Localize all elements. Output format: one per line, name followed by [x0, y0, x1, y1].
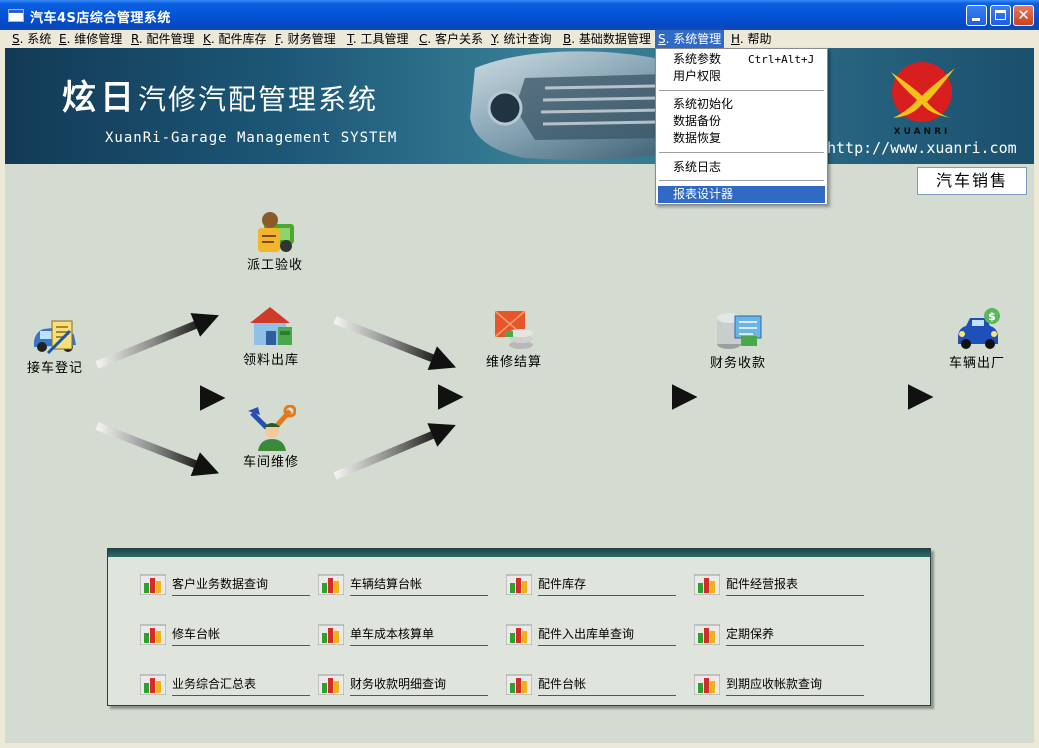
car-register-icon [34, 320, 76, 355]
svg-text:XUANRI: XUANRI [894, 127, 951, 136]
system-admin-dropdown: 系统参数 Ctrl+Alt+J 用户权限 系统初始化 数据备份 数据恢复 系统日志… [655, 48, 828, 205]
report-label: 车辆结算台帐 [350, 575, 488, 596]
bar-chart-icon [318, 624, 344, 645]
menu-tools[interactable]: T. 工具管理 [344, 30, 412, 48]
bar-chart-icon [140, 574, 166, 595]
menu-item-system-params[interactable]: 系统参数 Ctrl+Alt+J [658, 51, 825, 68]
node-workshop[interactable]: 车间维修 [231, 405, 311, 471]
node-settle[interactable]: 维修结算 [474, 305, 554, 371]
menu-separator [659, 180, 824, 181]
menu-base-data[interactable]: B. 基础数据管理 [560, 30, 654, 48]
report-label: 配件经营报表 [726, 575, 864, 596]
node-exit-label: 车辆出厂 [948, 356, 1005, 371]
node-parts-out-label: 领料出库 [242, 353, 299, 368]
bar-chart-icon [694, 624, 720, 645]
report-label: 配件库存 [538, 575, 676, 596]
title-bar[interactable]: 汽车4S店综合管理系统 ✕ [0, 0, 1039, 30]
arrow-register-to-dispatch [95, 313, 219, 369]
report-label: 财务收款明细查询 [350, 675, 488, 696]
menu-bar: S. 系统 E. 维修管理 R. 配件管理 K. 配件库存 F. 财务管理 T.… [0, 30, 1039, 48]
report-label: 配件台帐 [538, 675, 676, 696]
report-panel-header [108, 549, 930, 557]
arrow-workshop-to-settle [333, 423, 456, 480]
bar-chart-icon [694, 574, 720, 595]
report-label: 定期保养 [726, 625, 864, 646]
arrow-dispatch-to-settle [333, 316, 457, 371]
menu-finance[interactable]: F. 财务管理 [272, 30, 339, 48]
bar-chart-icon [318, 574, 344, 595]
xuanri-logo: XUANRI [891, 62, 955, 136]
bar-chart-icon [506, 624, 532, 645]
node-exit[interactable]: $ 车辆出厂 [937, 306, 1017, 372]
car-sales-button[interactable]: 汽车销售 [917, 167, 1027, 195]
node-dispatch-label: 派工验收 [246, 258, 303, 273]
bar-chart-icon [506, 674, 532, 695]
report-label: 修车台帐 [172, 625, 310, 646]
node-register-label: 接车登记 [26, 361, 83, 376]
shortcut-label: Ctrl+Alt+J [748, 53, 815, 66]
menu-item-report-designer[interactable]: 报表设计器 [658, 186, 825, 203]
svg-text:$: $ [988, 310, 996, 323]
main-client-area: 炫日汽修汽配管理系统 XuanRi-Garage Management SYST… [5, 48, 1034, 743]
menu-customer[interactable]: C. 客户关系 [416, 30, 486, 48]
close-icon: ✕ [1017, 6, 1030, 24]
banner-title: 炫日汽修汽配管理系统 [62, 78, 379, 118]
menu-parts[interactable]: R. 配件管理 [128, 30, 198, 48]
maximize-icon [995, 10, 1006, 20]
menu-parts-stock[interactable]: K. 配件库存 [200, 30, 270, 48]
menu-item-user-permissions[interactable]: 用户权限 [658, 68, 825, 85]
node-register[interactable]: 接车登记 [15, 311, 95, 377]
node-finance-label: 财务收款 [709, 356, 766, 371]
banner-subtitle: XuanRi-Garage Management SYSTEM [105, 130, 398, 146]
window-title: 汽车4S店综合管理系统 [30, 11, 171, 26]
menu-item-system-log[interactable]: 系统日志 [658, 159, 825, 176]
menu-system[interactable]: S. 系统 [9, 30, 54, 48]
menu-item-data-backup[interactable]: 数据备份 [658, 113, 825, 130]
node-finance[interactable]: 财务收款 [698, 306, 778, 372]
node-settle-label: 维修结算 [485, 355, 542, 370]
report-label: 配件入出库单查询 [538, 625, 676, 646]
warehouse-icon [250, 307, 292, 345]
app-window: 汽车4S店综合管理系统 ✕ S. 系统 E. 维修管理 R. 配件管理 K. 配… [0, 0, 1039, 748]
node-workshop-label: 车间维修 [242, 455, 299, 470]
report-panel: 客户业务数据查询 车辆结算台帐 配件库存 配件经营报表 修车台帐 单车成本核算单 [107, 548, 931, 706]
window-icon [8, 9, 24, 22]
report-label: 单车成本核算单 [350, 625, 488, 646]
website-url: http://www.xuanri.com [827, 139, 1017, 157]
report-label: 到期应收帐款查询 [726, 675, 864, 696]
settlement-icon [494, 310, 533, 349]
worker-dispatch-icon [258, 212, 294, 252]
node-dispatch[interactable]: 派工验收 [235, 208, 315, 274]
mechanic-tools-icon [248, 405, 296, 451]
node-parts-out[interactable]: 领料出库 [231, 303, 311, 369]
arrow-register-to-workshop [95, 422, 220, 477]
menu-item-data-restore[interactable]: 数据恢复 [658, 130, 825, 147]
header-banner: 炫日汽修汽配管理系统 XuanRi-Garage Management SYST… [5, 48, 1034, 164]
menu-item-system-init[interactable]: 系统初始化 [658, 96, 825, 113]
bar-chart-icon [318, 674, 344, 695]
bar-chart-icon [694, 674, 720, 695]
menu-repair[interactable]: E. 维修管理 [56, 30, 125, 48]
finance-payment-icon [717, 313, 762, 349]
menu-help[interactable]: H. 帮助 [728, 30, 774, 48]
close-button[interactable]: ✕ [1013, 5, 1034, 26]
report-label: 业务综合汇总表 [172, 675, 310, 696]
menu-separator [659, 152, 824, 153]
minimize-icon [972, 18, 980, 21]
report-label: 客户业务数据查询 [172, 575, 310, 596]
maximize-button[interactable] [990, 5, 1011, 26]
menu-separator [659, 90, 824, 91]
bar-chart-icon [140, 624, 166, 645]
minimize-button[interactable] [966, 5, 987, 26]
car-exit-icon: $ [958, 308, 1000, 349]
menu-system-admin[interactable]: S. 系统管理 [655, 30, 725, 48]
menu-statistics[interactable]: Y. 统计查询 [488, 30, 555, 48]
bar-chart-icon [140, 674, 166, 695]
bar-chart-icon [506, 574, 532, 595]
